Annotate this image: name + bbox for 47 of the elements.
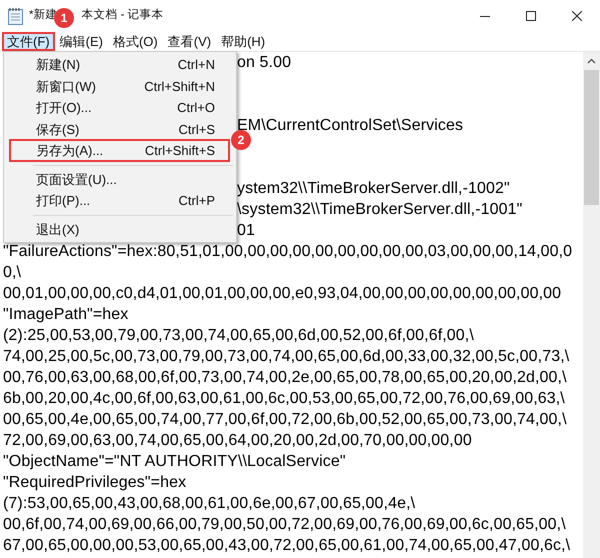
- text-line: 00,76,00,63,00,68,00,6f,00,73,00,74,00,2e,00,65,00,78,00,65,00,20,00,2d,00,\: [3, 369, 567, 386]
- text-line: on 5.00: [237, 54, 292, 71]
- shortcut-label: Ctrl+Shift+S: [144, 142, 215, 160]
- text-line: (2):25,00,53,00,79,00,73,00,74,00,65,00,6d,00,52,00,6f,00,6f,00,\: [3, 327, 474, 344]
- window-title: 本文档 - 记事本: [81, 8, 164, 24]
- text-line: 00,65,00,4e,00,65,00,74,00,77,00,6f,00,72,00,6b,00,52,00,65,00,73,00,74,00,\: [3, 411, 567, 428]
- shortcut-label: Ctrl+O: [177, 99, 215, 117]
- text-line: 67,00,65,00,00,00,53,00,65,00,43,00,72,00,65,00,61,00,74,00,65,00,47,00,6c,\: [3, 537, 570, 554]
- maximize-icon: [526, 11, 536, 21]
- shortcut-label: Ctrl+P: [178, 192, 215, 210]
- menu-entry-label: 另存为(A)...: [36, 142, 104, 160]
- shortcut-label: Ctrl+N: [178, 56, 215, 74]
- menu-item[interactable]: 格式(O): [108, 32, 163, 51]
- scrollbar[interactable]: [583, 52, 600, 558]
- menu-entry-label: 页面设置(U)...: [36, 170, 117, 189]
- text-line: 6b,00,20,00,4c,00,6f,00,63,00,61,00,6c,00,53,00,65,00,72,00,76,00,69,00,63,\: [3, 390, 565, 407]
- text-line: 0,\: [3, 264, 22, 281]
- text-line: \system32\\TimeBrokerServer.dll,-1001": [237, 201, 522, 218]
- text-line: "RequiredPrivileges"=hex: [3, 474, 186, 491]
- text-line: 00,6f,00,74,00,69,00,66,00,79,00,50,00,72,00,69,00,76,00,69,00,6c,00,65,00,\: [3, 516, 566, 533]
- close-icon: [572, 11, 582, 21]
- menu-item[interactable]: 帮助(H): [216, 32, 270, 51]
- shortcut-label: Ctrl+Shift+N: [144, 78, 215, 96]
- menu-entry-label: 保存(S): [36, 120, 80, 139]
- scroll-thumb[interactable]: [584, 70, 599, 205]
- notepad-icon: [7, 7, 24, 25]
- menu-item[interactable]: 编辑(E): [54, 32, 108, 51]
- menu-entry-label: 打印(P)...: [36, 192, 90, 210]
- text-line: "ObjectName"="NT AUTHORITY\\LocalService": [3, 453, 346, 470]
- scroll-up-icon[interactable]: [587, 58, 596, 64]
- text-line: (7):53,00,65,00,43,00,68,00,61,00,6e,00,67,00,65,00,4e,\: [3, 495, 416, 512]
- menu-entry-label: 新窗口(W): [36, 78, 96, 96]
- highlight-frame: [2, 32, 55, 51]
- text-line: 72,00,69,00,63,00,74,00,65,00,64,00,20,00,2d,00,70,00,00,00,00: [3, 432, 472, 449]
- text-line: "FailureActions"=hex:80,51,01,00,00,00,00,00,00,00,00,00,03,00,00,00,14,00,0: [3, 243, 572, 260]
- menu-item[interactable]: 查看(V): [162, 32, 216, 51]
- menu-entry-label: 打开(O)...: [36, 99, 92, 117]
- text-line: 01: [237, 222, 255, 239]
- text-line: "ImagePath"=hex: [3, 306, 128, 323]
- text-line: ystem32\\TimeBrokerServer.dll,-1002": [237, 180, 510, 197]
- step-badge: 2: [231, 130, 251, 150]
- text-line: 74,00,25,00,5c,00,73,00,79,00,73,00,74,00,65,00,6d,00,33,00,32,00,5c,00,73,\: [3, 348, 570, 365]
- shortcut-label: Ctrl+S: [178, 120, 215, 138]
- menu-item[interactable]: 文件(F): [2, 32, 55, 51]
- menu-entry-label: 新建(N): [36, 56, 80, 74]
- text-line: 00,01,00,00,00,c0,d4,01,00,01,00,00,00,e0,93,04,00,00,00,00,00,00,00,00,00: [3, 285, 562, 302]
- menu-entry-label: 退出(X): [36, 220, 80, 239]
